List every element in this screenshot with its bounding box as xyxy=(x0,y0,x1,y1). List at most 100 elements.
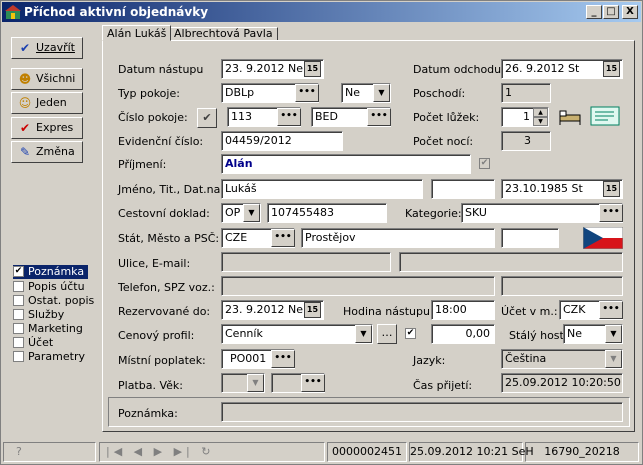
ulice-label: Ulice, E-mail: xyxy=(118,257,191,270)
typ-pokoje-label: Typ pokoje: xyxy=(118,87,180,100)
platba-vek-label: Platba. Věk: xyxy=(118,379,183,392)
stat-label: Stát, Město a PSČ: xyxy=(118,232,220,245)
popis-uctu-checkbox[interactable] xyxy=(13,281,24,292)
staly-host-label: Stálý host: xyxy=(509,329,568,342)
record-number: 0000002451 xyxy=(327,442,407,462)
chevron-down-icon[interactable]: ▼ xyxy=(243,204,260,222)
spin-up-icon[interactable]: ▲ xyxy=(533,108,548,117)
poznamka-check-label: Poznámka xyxy=(28,265,85,278)
jmeno-label: Jméno, Tit., Dat.nar.: xyxy=(118,183,232,196)
titul-input[interactable] xyxy=(431,179,495,199)
room-check-button[interactable]: ✔ xyxy=(197,108,217,128)
double-check-icon: ✔ xyxy=(19,121,31,135)
edit-icon: ✎ xyxy=(19,145,31,159)
prijmeni-checkbox[interactable]: ✔ xyxy=(479,158,490,169)
zmena-button[interactable]: ✎ Změna xyxy=(11,141,83,163)
uzavrit-button[interactable]: ✔ Uzavřít xyxy=(11,37,83,59)
vsichni-button[interactable]: ☻ Všichni xyxy=(11,68,83,90)
vek-lookup-button[interactable]: ••• xyxy=(301,374,325,392)
jeden-button[interactable]: ☺ Jeden xyxy=(11,92,83,114)
record-navigator[interactable]: |◀ ◀ ▶ ▶| ↻ xyxy=(99,442,325,462)
bed-icon[interactable] xyxy=(558,105,584,127)
calendar-icon[interactable]: 15 xyxy=(603,61,620,77)
sluzby-check-label: Služby xyxy=(28,308,65,321)
jazyk-label: Jazyk: xyxy=(413,354,446,367)
chevron-down-icon[interactable]: ▼ xyxy=(605,325,622,343)
mesto-input[interactable]: Prostějov xyxy=(301,228,495,248)
rezervovane-do-label: Rezervované do: xyxy=(118,305,211,318)
ucet-mena-lookup-button[interactable]: ••• xyxy=(599,301,623,319)
popis-uctu-check-label: Popis účtu xyxy=(28,280,85,293)
hodina-nastupu-input[interactable]: 18:00 xyxy=(431,300,495,320)
ostat-popis-check-row[interactable]: Ostat. popis xyxy=(13,294,95,308)
jmeno-input[interactable]: Lukáš xyxy=(221,179,423,199)
telefon-input[interactable] xyxy=(221,276,495,296)
mistni-poplatek-lookup-button[interactable]: ••• xyxy=(271,350,295,368)
cena-input[interactable]: 0,00 xyxy=(431,324,495,344)
ucet-check-label: Účet xyxy=(28,336,54,349)
evidencni-cislo-label: Evidenční číslo: xyxy=(118,135,204,148)
sluzby-checkbox[interactable] xyxy=(13,309,24,320)
email-input[interactable] xyxy=(399,252,623,272)
tab-albrechtova-pavla[interactable]: Albrechtová Pavla xyxy=(169,27,278,41)
mistni-poplatek-label: Místní poplatek: xyxy=(118,354,206,367)
sluzby-check-row[interactable]: Služby xyxy=(13,308,93,322)
chevron-down-icon[interactable]: ▼ xyxy=(355,325,372,343)
cislo-pokoje-lookup-button[interactable]: ••• xyxy=(277,108,301,126)
pocet-noci-label: Počet nocí: xyxy=(413,135,474,148)
poznamka-checkbox[interactable]: ✔ xyxy=(13,266,24,277)
spz-input[interactable] xyxy=(501,276,623,296)
ulice-input[interactable] xyxy=(221,252,391,272)
calendar-icon[interactable]: 15 xyxy=(304,61,321,77)
kategorie-label: Kategorie: xyxy=(405,207,462,220)
evidencni-cislo-input[interactable]: 04459/2012 xyxy=(221,131,343,151)
cislo-pokoje-typ-lookup-button[interactable]: ••• xyxy=(367,108,391,126)
typ-pokoje-lookup-button[interactable]: ••• xyxy=(295,84,319,102)
marketing-checkbox[interactable] xyxy=(13,323,24,334)
window-title: Příchod aktivní objednávky xyxy=(24,5,209,19)
poznamka-input[interactable] xyxy=(221,402,623,422)
people-icon: ☻ xyxy=(18,72,32,86)
cestovni-doklad-label: Cestovní doklad: xyxy=(118,207,210,220)
close-button[interactable]: X xyxy=(622,5,638,19)
calendar-icon[interactable]: 15 xyxy=(603,181,620,197)
stat-lookup-button[interactable]: ••• xyxy=(271,229,295,247)
cena-checkbox[interactable]: ✔ xyxy=(405,328,416,339)
poznamka-check-row[interactable]: ✔ Poznámka xyxy=(13,265,88,279)
popis-uctu-check-row[interactable]: Popis účtu xyxy=(13,280,93,294)
parametry-check-row[interactable]: Parametry xyxy=(13,350,93,364)
datum-nastupu-label: Datum nástupu xyxy=(118,63,204,76)
expres-button[interactable]: ✔ Expres xyxy=(11,117,83,139)
status-datetime: 25.09.2012 10:21 SeH xyxy=(409,442,534,462)
card-icon[interactable] xyxy=(590,105,620,127)
parametry-checkbox[interactable] xyxy=(13,351,24,362)
cislo-pokoje-label: Číslo pokoje: xyxy=(118,111,188,124)
kategorie-lookup-button[interactable]: ••• xyxy=(599,204,623,222)
jeden-label: Jeden xyxy=(36,96,67,109)
calendar-icon[interactable]: 15 xyxy=(304,302,321,318)
chevron-down-icon[interactable]: ▼ xyxy=(605,350,622,368)
ucet-v-m-label: Účet v m.: xyxy=(501,305,558,318)
spin-down-icon[interactable]: ▼ xyxy=(533,117,548,126)
psc-input[interactable] xyxy=(501,228,559,248)
ucet-check-row[interactable]: Účet xyxy=(13,336,93,350)
chevron-down-icon[interactable]: ▼ xyxy=(373,84,390,102)
person-icon: ☺ xyxy=(18,96,32,110)
cas-prijeti-label: Čas přijetí: xyxy=(413,379,473,392)
maximize-button[interactable]: □ xyxy=(603,5,619,19)
prijmeni-input[interactable]: Alán xyxy=(221,154,471,174)
doklad-cislo-input[interactable]: 107455483 xyxy=(267,203,387,223)
ostat-popis-check-label: Ostat. popis xyxy=(28,294,95,307)
czech-flag-icon xyxy=(583,227,623,249)
ucet-checkbox[interactable] xyxy=(13,337,24,348)
tab-alan-lukas[interactable]: Alán Lukáš xyxy=(102,25,172,41)
chevron-down-icon[interactable]: ▼ xyxy=(247,374,264,392)
marketing-check-row[interactable]: Marketing xyxy=(13,322,93,336)
check-blue-icon: ✔ xyxy=(19,41,31,55)
cenovy-profil-select[interactable]: Cenník xyxy=(221,324,373,344)
cenovy-profil-lookup-button[interactable]: … xyxy=(377,324,397,344)
marketing-check-label: Marketing xyxy=(28,322,83,335)
ostat-popis-checkbox[interactable] xyxy=(13,295,24,306)
help-icon[interactable]: ? xyxy=(3,442,96,462)
minimize-button[interactable]: _ xyxy=(586,5,602,19)
